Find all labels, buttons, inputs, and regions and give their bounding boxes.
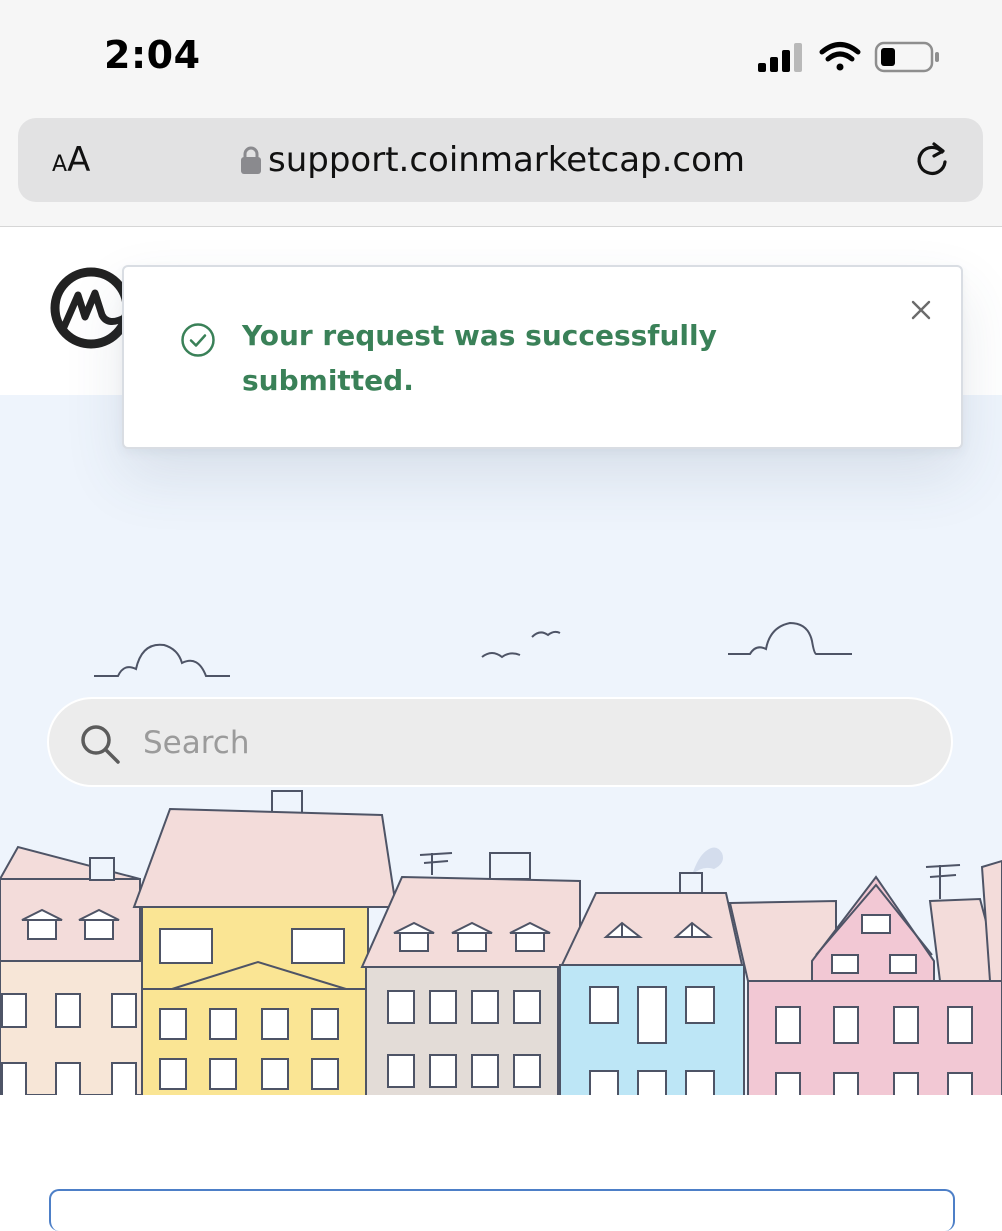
success-toast: Your request was successfully submitted. — [122, 265, 963, 449]
url-text: support.coinmarketcap.com — [268, 140, 746, 180]
status-bar: 2:04 — [0, 0, 1002, 110]
clouds — [94, 621, 852, 677]
status-time: 2:04 — [104, 33, 201, 77]
check-circle-icon — [181, 323, 215, 357]
text-size-small-a: A — [52, 152, 68, 177]
battery-icon — [874, 41, 939, 73]
search-bar[interactable] — [47, 697, 953, 787]
toast-message: Your request was successfully submitted. — [242, 319, 717, 397]
cellular-signal-icon — [758, 43, 802, 72]
status-icons — [758, 41, 939, 73]
search-icon — [81, 725, 120, 764]
text-size-large-a: A — [67, 140, 91, 180]
url-display[interactable]: support.coinmarketcap.com — [240, 138, 745, 182]
lock-icon — [241, 146, 261, 174]
next-section-card[interactable] — [49, 1189, 955, 1231]
text-size-button[interactable]: AA — [52, 140, 90, 180]
browser-toolbar: AA support.coinmarketcap.com — [0, 110, 1002, 227]
search-input[interactable] — [141, 717, 905, 769]
reload-icon[interactable] — [912, 140, 952, 180]
wifi-icon — [819, 42, 861, 71]
address-bar[interactable]: AA support.coinmarketcap.com — [18, 118, 983, 202]
hero-section — [0, 395, 1002, 1095]
page-content: Your request was successfully submitted. — [0, 227, 1002, 1231]
close-icon[interactable] — [910, 299, 932, 321]
